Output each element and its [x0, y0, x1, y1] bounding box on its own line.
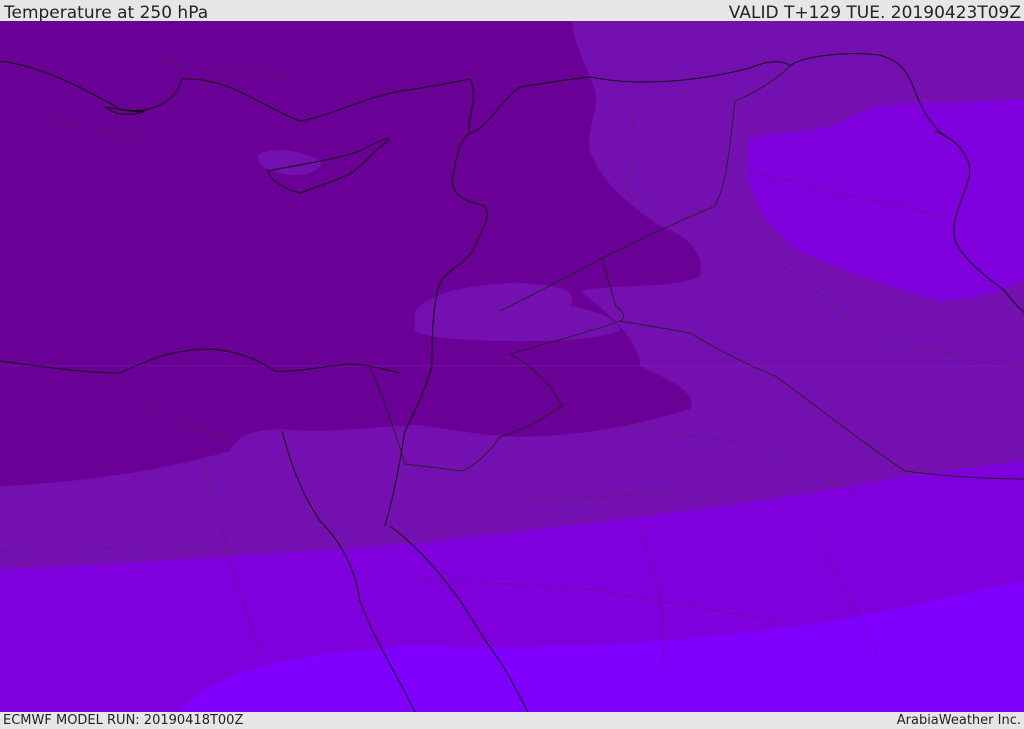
model-run-label: ECMWF MODEL RUN: 20190418T00Z	[3, 713, 244, 728]
credit-label: ArabiaWeather Inc.	[896, 713, 1021, 728]
map-canvas	[0, 21, 1024, 712]
map-title: Temperature at 250 hPa	[4, 3, 209, 23]
valid-time: VALID T+129 TUE. 20190423T09Z	[728, 3, 1021, 23]
temperature-map	[0, 21, 1024, 712]
header-bar: Temperature at 250 hPa VALID T+129 TUE. …	[0, 0, 1024, 23]
footer-bar: ECMWF MODEL RUN: 20190418T00Z ArabiaWeat…	[0, 712, 1024, 729]
